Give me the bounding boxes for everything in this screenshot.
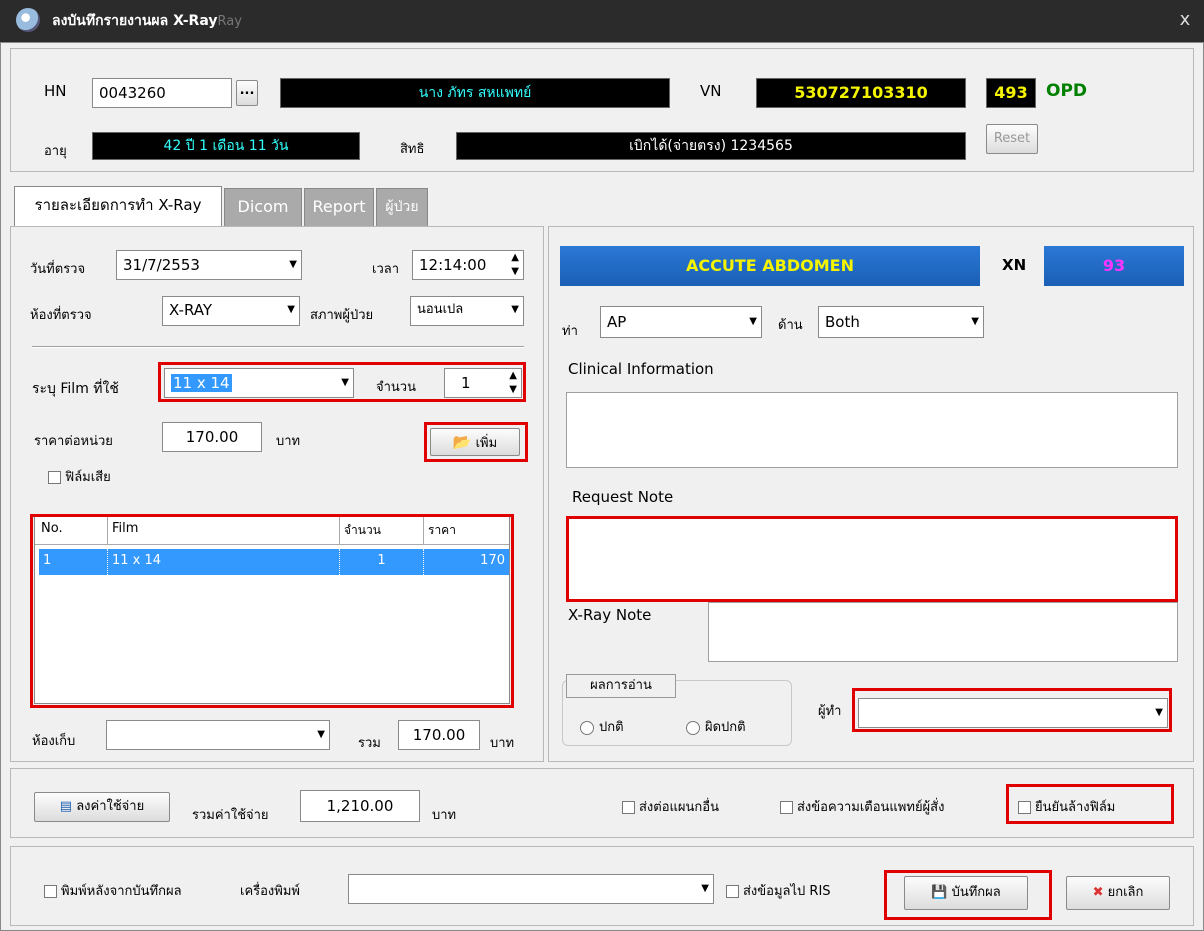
request-note-label: Request Note	[572, 488, 674, 506]
title-bar: ลงบันทึกรายงานผล X-RayRay x	[0, 0, 1204, 42]
cancel-button[interactable]: ✖ ยกเลิก	[1066, 876, 1170, 910]
chevron-down-icon: ▼	[511, 304, 519, 315]
patient-name-display: นาง ภัทร สหแพทย์	[280, 78, 670, 108]
app-icon	[16, 8, 40, 32]
total-field: 170.00	[398, 720, 480, 750]
cost-total-label: รวมค่าใช้จ่าย	[192, 808, 269, 823]
checkbox-icon	[780, 801, 793, 814]
position-label: ท่า	[562, 324, 578, 339]
list-icon: ▤	[59, 799, 73, 814]
hn-lookup-button[interactable]: ...	[236, 80, 258, 106]
chevron-down-icon: ▼	[971, 316, 979, 327]
chevron-down-icon: ▼	[287, 304, 295, 315]
radio-icon	[580, 720, 594, 735]
patient-status-select[interactable]: นอนเปล ▼	[410, 296, 524, 326]
age-display: 42 ปี 1 เดือน 11 วัน	[92, 132, 360, 160]
printer-select[interactable]: ▼	[348, 874, 714, 904]
bad-film-checkbox[interactable]: ฟิล์มเสีย	[48, 466, 111, 487]
radio-icon	[686, 720, 700, 735]
rights-label: สิทธิ	[400, 142, 425, 157]
request-note-textarea[interactable]	[566, 516, 1178, 602]
floppy-disk-icon: 💾	[931, 885, 948, 900]
notify-doctor-checkbox[interactable]: ส่งข้อความเตือนแพทย์ผู้สั่ง	[780, 796, 944, 817]
film-select[interactable]: 11 x 14 ▼	[164, 368, 354, 398]
divider	[32, 346, 524, 348]
chevron-down-icon: ▼	[341, 377, 349, 388]
qty-spinner[interactable]: 1 ▲ ▼	[444, 368, 522, 398]
send-ris-checkbox[interactable]: ส่งข้อมูลไป RIS	[726, 880, 831, 901]
qty-label: จำนวน	[376, 380, 416, 395]
doer-select[interactable]: ▼	[858, 698, 1168, 728]
hn-label: HN	[44, 82, 67, 100]
vn-label: VN	[700, 82, 722, 100]
time-label: เวลา	[372, 262, 400, 277]
room-select[interactable]: X-RAY ▼	[162, 296, 300, 326]
side-select[interactable]: Both ▼	[818, 306, 984, 338]
exam-title: ACCUTE ABDOMEN	[560, 246, 980, 286]
print-after-checkbox[interactable]: พิมพ์หลังจากบันทึกผล	[44, 880, 182, 901]
queue-display: 493	[986, 78, 1036, 108]
close-icon[interactable]: x	[1170, 6, 1200, 34]
xray-note-label: X-Ray Note	[568, 606, 652, 624]
checkbox-icon	[48, 471, 61, 484]
visit-type: OPD	[1046, 81, 1088, 101]
date-label: วันที่ตรวจ	[30, 262, 86, 277]
cost-baht-label: บาท	[432, 808, 457, 823]
time-spinner[interactable]: 12:14:00 ▲ ▼	[412, 250, 524, 280]
price-field[interactable]: 170.00	[162, 422, 262, 452]
clinical-textarea[interactable]	[566, 392, 1178, 468]
baht-label: บาท	[276, 434, 301, 449]
folder-open-icon: 📂	[452, 433, 472, 451]
window-title: ลงบันทึกรายงานผล X-RayRay	[52, 13, 242, 29]
abnormal-radio[interactable]: ผิดปกติ	[686, 716, 746, 737]
add-film-button[interactable]: 📂 เพิ่ม	[430, 428, 520, 456]
send-other-checkbox[interactable]: ส่งต่อแผนกอื่น	[622, 796, 719, 817]
spin-icon[interactable]: ▲ ▼	[509, 369, 517, 397]
tab-xray-detail[interactable]: รายละเอียดการทำ X-Ray	[14, 186, 222, 226]
grid-highlight	[30, 514, 514, 708]
chevron-down-icon: ▼	[749, 316, 757, 327]
checkbox-icon	[1018, 801, 1031, 814]
tab-dicom[interactable]: Dicom	[224, 188, 302, 226]
save-button[interactable]: 💾 บันทึกผล	[904, 876, 1028, 910]
storage-label: ห้องเก็บ	[32, 734, 76, 749]
xn-display: 93	[1044, 246, 1184, 286]
side-label: ด้าน	[778, 318, 803, 333]
reset-button[interactable]: Reset	[986, 124, 1038, 154]
close-doc-icon: ✖	[1092, 885, 1104, 900]
position-select[interactable]: AP ▼	[600, 306, 762, 338]
tab-report[interactable]: Report	[304, 188, 374, 226]
hn-field[interactable]: 0043260	[92, 78, 232, 108]
chevron-down-icon: ▼	[317, 729, 325, 740]
patient-status-label: สภาพผู้ป่วย	[310, 308, 374, 323]
cost-button[interactable]: ▤ ลงค่าใช้จ่าย	[34, 792, 170, 822]
doer-label: ผู้ทำ	[818, 704, 842, 719]
room-label: ห้องที่ตรวจ	[30, 308, 92, 323]
confirm-wash-checkbox[interactable]: ยืนยันล้างฟิล์ม	[1018, 796, 1115, 817]
total-label: รวม	[358, 736, 381, 751]
chevron-down-icon: ▼	[701, 883, 709, 894]
clinical-label: Clinical Information	[568, 360, 714, 378]
xray-note-textarea[interactable]	[708, 602, 1178, 662]
spin-icon[interactable]: ▲ ▼	[511, 251, 519, 279]
price-label: ราคาต่อหน่วย	[34, 434, 113, 449]
cost-total-field: 1,210.00	[300, 790, 420, 822]
checkbox-icon	[726, 885, 739, 898]
checkbox-icon	[622, 801, 635, 814]
total-baht-label: บาท	[490, 736, 515, 751]
age-label: อายุ	[44, 144, 67, 159]
result-group-label: ผลการอ่าน	[566, 674, 676, 698]
printer-label: เครื่องพิมพ์	[240, 884, 300, 899]
film-label: ระบุ Film ที่ใช้	[32, 381, 119, 397]
date-picker[interactable]: 31/7/2553 ▼	[116, 250, 302, 280]
checkbox-icon	[44, 885, 57, 898]
normal-radio[interactable]: ปกติ	[580, 716, 624, 737]
chevron-down-icon: ▼	[1155, 707, 1163, 718]
vn-display: 530727103310	[756, 78, 966, 108]
tab-patient[interactable]: ผู้ป่วย	[376, 188, 428, 226]
rights-display: เบิกได้(จ่ายตรง) 1234565	[456, 132, 966, 160]
chevron-down-icon: ▼	[289, 259, 297, 270]
xn-label: XN	[1002, 256, 1027, 274]
storage-select[interactable]: ▼	[106, 720, 330, 750]
